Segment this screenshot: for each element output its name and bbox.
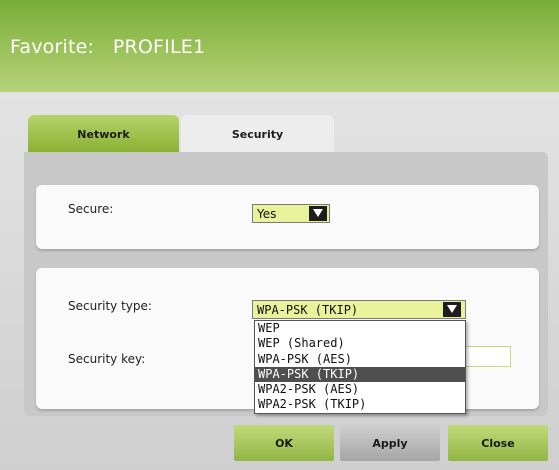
ok-button[interactable]: OK (234, 425, 334, 461)
security-type-label: Security type: (68, 299, 152, 313)
chevron-down-icon (443, 302, 461, 317)
tab-network-label: Network (77, 127, 130, 141)
security-key-input[interactable] (464, 346, 511, 367)
option-wep[interactable]: WEP (255, 321, 465, 336)
security-type-dropdown: WEP WEP (Shared) WPA-PSK (AES) WPA-PSK (… (254, 320, 466, 414)
title-bar: Favorite: PROFILE1 (0, 0, 559, 92)
window-title: Favorite: PROFILE1 (10, 36, 206, 58)
option-wpa-psk-aes[interactable]: WPA-PSK (AES) (255, 352, 465, 367)
option-wpa-psk-tkip[interactable]: WPA-PSK (TKIP) (255, 366, 465, 383)
tab-security[interactable]: Security (181, 115, 334, 153)
security-type-select[interactable]: WPA-PSK (TKIP) (252, 300, 466, 319)
apply-button[interactable]: Apply (340, 425, 440, 461)
tab-security-label: Security (231, 127, 284, 141)
secure-select[interactable]: Yes (252, 204, 330, 223)
secure-label: Secure: (68, 202, 114, 216)
secure-select-value: Yes (257, 207, 277, 221)
security-key-label: Security key: (68, 352, 146, 366)
tab-network[interactable]: Network (28, 115, 179, 153)
close-button[interactable]: Close (448, 425, 548, 461)
option-wpa2-psk-tkip[interactable]: WPA2-PSK (TKIP) (255, 397, 465, 412)
option-wpa2-psk-aes[interactable]: WPA2-PSK (AES) (255, 382, 465, 397)
option-wep-shared[interactable]: WEP (Shared) (255, 336, 465, 351)
security-type-select-value: WPA-PSK (TKIP) (257, 303, 359, 317)
chevron-down-icon (309, 206, 327, 221)
